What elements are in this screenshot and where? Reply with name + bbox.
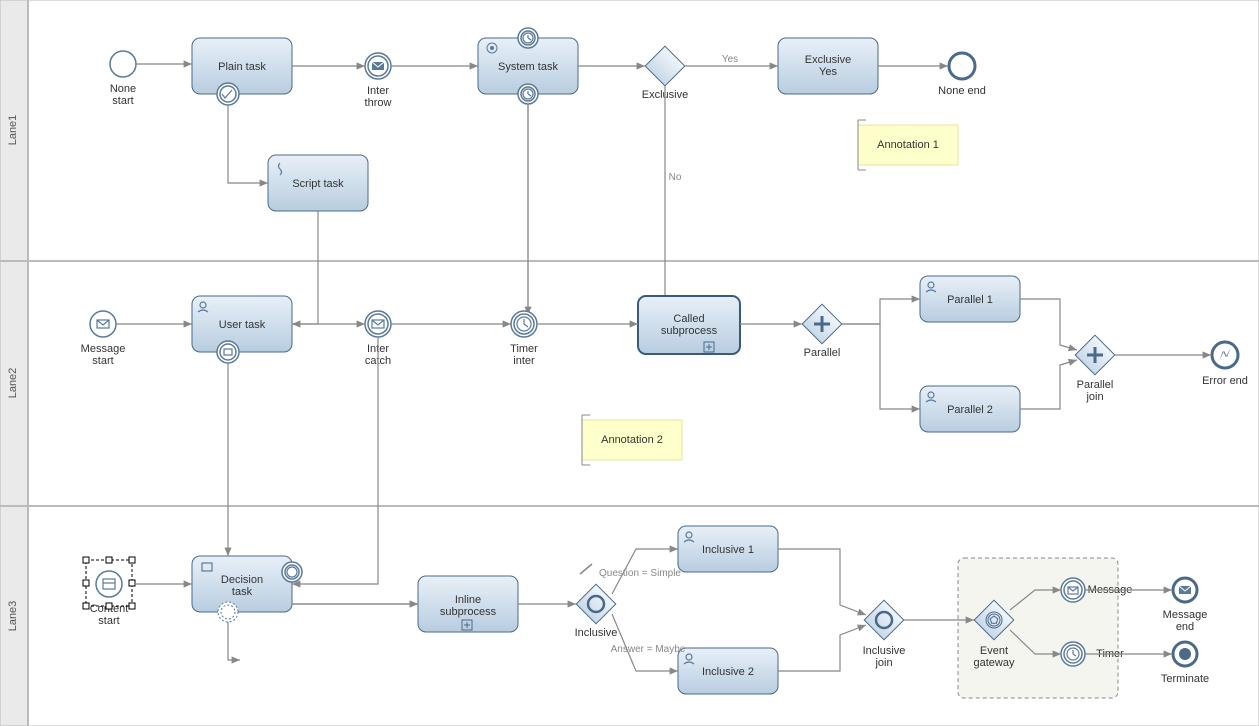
svg-text:None end: None end xyxy=(938,85,986,97)
svg-text:Plain task: Plain task xyxy=(218,61,266,73)
inclusive-gateway[interactable] xyxy=(576,584,616,624)
svg-text:Timerinter: Timerinter xyxy=(510,343,538,367)
lane2-label: Lane2 xyxy=(7,368,19,399)
message-start-event[interactable] xyxy=(90,311,116,337)
svg-text:Yes: Yes xyxy=(722,54,738,65)
script-task[interactable]: Script task xyxy=(268,155,368,211)
inclusive-join-gateway[interactable] xyxy=(864,600,904,640)
content-start-event[interactable] xyxy=(96,571,122,597)
flow-exclusive-no[interactable] xyxy=(637,86,665,310)
bpmn-diagram: Lane1 Lane2 Lane3 Nonestart Plain task I… xyxy=(0,0,1259,726)
exclusive-yes-task[interactable]: ExclusiveYes xyxy=(778,38,878,94)
svg-text:Terminate: Terminate xyxy=(1161,673,1209,685)
timer-inter-event[interactable] xyxy=(511,311,537,337)
svg-text:Inclusivejoin: Inclusivejoin xyxy=(863,645,906,669)
timer-event[interactable] xyxy=(1061,642,1085,666)
parallel-gateway[interactable] xyxy=(802,304,842,344)
svg-text:Messagestart: Messagestart xyxy=(81,343,126,367)
parallel-2-task[interactable]: Parallel 2 xyxy=(920,386,1020,432)
none-start-event[interactable] xyxy=(110,51,136,77)
called-subprocess[interactable]: Calledsubprocess xyxy=(638,296,740,354)
svg-text:Paralleljoin: Paralleljoin xyxy=(1077,379,1114,403)
svg-text:Messageend: Messageend xyxy=(1163,609,1208,633)
svg-text:Parallel 1: Parallel 1 xyxy=(947,294,993,306)
exclusive-gateway[interactable] xyxy=(645,46,685,86)
svg-text:No: No xyxy=(669,172,682,183)
plain-task[interactable]: Plain task xyxy=(192,38,292,105)
lane1-label: Lane1 xyxy=(7,115,19,146)
svg-text:Nonestart: Nonestart xyxy=(110,83,136,107)
inter-throw-event[interactable] xyxy=(365,53,391,79)
parallel-1-task[interactable]: Parallel 1 xyxy=(920,276,1020,322)
svg-text:Answer = Maybe: Answer = Maybe xyxy=(611,644,686,655)
svg-text:Annotation 1: Annotation 1 xyxy=(877,139,939,151)
svg-text:User task: User task xyxy=(219,319,266,331)
flow-plain-script[interactable] xyxy=(228,105,268,183)
svg-text:Question = Simple: Question = Simple xyxy=(599,568,681,579)
inclusive-2-task[interactable]: Inclusive 2 xyxy=(678,648,778,694)
system-task[interactable]: System task xyxy=(478,28,578,104)
annotation-2[interactable]: Annotation 2 xyxy=(582,415,682,465)
inclusive-1-task[interactable]: Inclusive 1 xyxy=(678,526,778,572)
decision-task[interactable]: Decisiontask xyxy=(192,556,302,622)
svg-text:Annotation 2: Annotation 2 xyxy=(601,434,663,446)
svg-text:System task: System task xyxy=(498,61,558,73)
message-end-event[interactable] xyxy=(1173,578,1197,602)
svg-text:Inclusive: Inclusive xyxy=(575,627,618,639)
svg-text:Inclusive 1: Inclusive 1 xyxy=(702,544,754,556)
svg-text:Script task: Script task xyxy=(292,178,344,190)
error-end-event[interactable] xyxy=(1212,342,1238,368)
svg-text:Inclusive 2: Inclusive 2 xyxy=(702,666,754,678)
svg-text:Error end: Error end xyxy=(1202,375,1248,387)
lane3-label: Lane3 xyxy=(7,601,19,632)
svg-text:Parallel: Parallel xyxy=(804,347,841,359)
user-task[interactable]: User task xyxy=(192,296,292,363)
annotation-1[interactable]: Annotation 1 xyxy=(858,120,958,170)
svg-text:Parallel 2: Parallel 2 xyxy=(947,404,993,416)
terminate-event[interactable] xyxy=(1173,642,1197,666)
message-event[interactable] xyxy=(1061,578,1085,602)
inter-catch-event[interactable] xyxy=(365,311,391,337)
flow-system-timer[interactable] xyxy=(513,104,528,322)
parallel-join-gateway[interactable] xyxy=(1075,335,1115,375)
none-end-event[interactable] xyxy=(949,53,975,79)
svg-text:Interthrow: Interthrow xyxy=(365,85,392,109)
inline-subprocess[interactable]: Inlinesubprocess xyxy=(418,576,518,632)
